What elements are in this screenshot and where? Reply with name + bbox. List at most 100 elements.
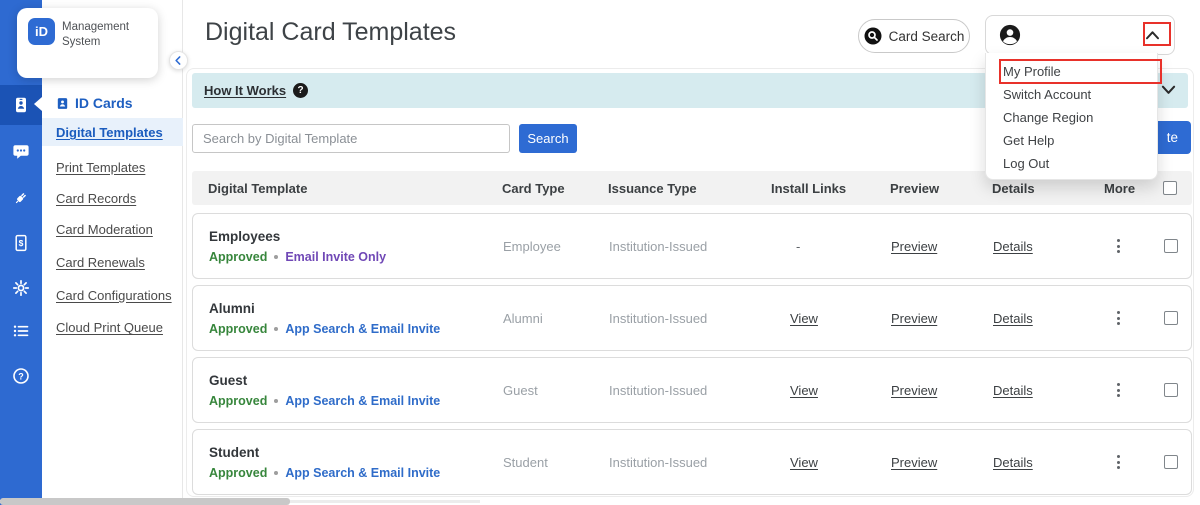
row-checkbox[interactable] bbox=[1164, 239, 1178, 253]
template-cell: Employees Approved Email Invite Only bbox=[209, 229, 503, 264]
more-kebab-icon[interactable] bbox=[1111, 383, 1125, 397]
issuance-type-cell: Institution-Issued bbox=[609, 238, 708, 254]
preview-link[interactable]: Preview bbox=[891, 455, 993, 470]
col-digital-template: Digital Template bbox=[208, 180, 308, 196]
details-link[interactable]: Details bbox=[993, 383, 1105, 398]
preview-link[interactable]: Preview bbox=[891, 311, 993, 326]
menu-item-change-region[interactable]: Change Region bbox=[986, 106, 1157, 129]
menu-item-my-profile[interactable]: My Profile bbox=[986, 60, 1157, 83]
row-checkbox[interactable] bbox=[1164, 311, 1178, 325]
sidebar-item-card-configurations[interactable]: Card Configurations bbox=[56, 288, 172, 303]
col-more: More bbox=[1104, 180, 1136, 196]
help-circle-icon[interactable]: ? bbox=[293, 83, 309, 98]
card-type-cell: Employee bbox=[503, 238, 561, 254]
sidebar-item-card-renewals[interactable]: Card Renewals bbox=[56, 255, 145, 270]
page-title: Digital Card Templates bbox=[205, 18, 457, 46]
sidebar-item-card-moderation[interactable]: Card Moderation bbox=[56, 222, 153, 237]
details-link[interactable]: Details bbox=[993, 311, 1105, 326]
view-install-link[interactable]: View bbox=[772, 455, 891, 470]
rail-list-icon[interactable] bbox=[0, 311, 42, 351]
id-badge-icon bbox=[16, 97, 26, 113]
card-type-cell: Alumni bbox=[503, 310, 543, 326]
template-cell: Guest Approved App Search & Email Invite bbox=[209, 373, 503, 408]
expand-chevron-down-icon[interactable] bbox=[1161, 83, 1176, 101]
profile-dropdown-menu: My Profile Switch Account Change Region … bbox=[985, 53, 1158, 180]
sidebar-section-label: ID Cards bbox=[75, 95, 133, 111]
rail-billing-icon[interactable]: $ bbox=[0, 223, 42, 263]
view-install-link[interactable]: View bbox=[772, 311, 891, 326]
row-checkbox[interactable] bbox=[1164, 383, 1178, 397]
distribution-label: Email Invite Only bbox=[285, 249, 387, 264]
card-search-label: Card Search bbox=[888, 28, 965, 44]
sidebar-item-digital-templates[interactable]: Digital Templates bbox=[56, 125, 163, 140]
rail-settings-icon[interactable] bbox=[0, 268, 42, 308]
template-cell: Student Approved App Search & Email Invi… bbox=[209, 445, 503, 480]
issuance-type-cell: Institution-Issued bbox=[609, 454, 708, 470]
search-button[interactable]: Search bbox=[519, 124, 577, 153]
dot-separator bbox=[274, 254, 279, 259]
id-cards-icon bbox=[57, 97, 68, 109]
distribution-label: App Search & Email Invite bbox=[285, 393, 441, 408]
details-link[interactable]: Details bbox=[993, 455, 1105, 470]
table-row: Guest Approved App Search & Email Invite… bbox=[192, 357, 1192, 423]
col-card-type: Card Type bbox=[502, 180, 565, 196]
gear-icon bbox=[12, 279, 30, 297]
select-all-checkbox[interactable] bbox=[1163, 181, 1177, 195]
svg-text:?: ? bbox=[18, 371, 24, 381]
col-install-links: Install Links bbox=[771, 180, 847, 196]
template-name: Student bbox=[209, 444, 260, 460]
plug-icon bbox=[15, 193, 26, 204]
dot-separator bbox=[274, 326, 279, 331]
dot-separator bbox=[274, 398, 279, 403]
question-circle-icon: ? bbox=[13, 368, 29, 384]
details-link[interactable]: Details bbox=[993, 239, 1105, 254]
rail-messages-icon[interactable] bbox=[0, 132, 42, 172]
sidebar-item-print-templates[interactable]: Print Templates bbox=[56, 160, 145, 175]
status-badge: Approved bbox=[209, 393, 268, 408]
menu-item-get-help[interactable]: Get Help bbox=[986, 129, 1157, 152]
rail-integrations-icon[interactable] bbox=[0, 178, 42, 218]
preview-link[interactable]: Preview bbox=[891, 383, 993, 398]
chat-bubble-icon bbox=[13, 145, 29, 159]
how-it-works-link[interactable]: How It Works bbox=[204, 83, 286, 98]
card-search-button[interactable]: Card Search bbox=[858, 19, 970, 53]
card-type-cell: Guest bbox=[503, 382, 538, 398]
dot-separator bbox=[274, 470, 279, 475]
issuance-type-cell: Institution-Issued bbox=[609, 310, 708, 326]
logo-text: Management System bbox=[62, 21, 130, 48]
distribution-label: App Search & Email Invite bbox=[285, 321, 441, 336]
template-name: Alumni bbox=[209, 300, 255, 316]
sidebar-item-card-records[interactable]: Card Records bbox=[56, 191, 136, 206]
status-badge: Approved bbox=[209, 249, 268, 264]
user-avatar-icon bbox=[999, 24, 1021, 46]
row-checkbox[interactable] bbox=[1164, 455, 1178, 469]
horizontal-scrollbar-thumb[interactable] bbox=[0, 498, 290, 505]
svg-text:$: $ bbox=[19, 238, 24, 248]
table-row: Alumni Approved App Search & Email Invit… bbox=[192, 285, 1192, 351]
more-kebab-icon[interactable] bbox=[1111, 311, 1125, 325]
table-row: Employees Approved Email Invite Only Emp… bbox=[192, 213, 1192, 279]
profile-menu-trigger[interactable] bbox=[985, 15, 1175, 55]
distribution-label: App Search & Email Invite bbox=[285, 465, 441, 480]
digital-template-search-input[interactable] bbox=[192, 124, 510, 153]
view-install-link[interactable]: View bbox=[772, 383, 891, 398]
sidebar-item-cloud-print-queue[interactable]: Cloud Print Queue bbox=[56, 320, 163, 335]
card-search-icon bbox=[864, 27, 882, 45]
invoice-document-icon: $ bbox=[15, 234, 27, 252]
template-name: Employees bbox=[209, 228, 281, 244]
sidebar-collapse-button[interactable] bbox=[169, 51, 188, 70]
col-preview: Preview bbox=[890, 180, 940, 196]
template-cell: Alumni Approved App Search & Email Invit… bbox=[209, 301, 503, 336]
col-details: Details bbox=[992, 180, 1035, 196]
template-name: Guest bbox=[209, 372, 248, 388]
rail-help-icon[interactable]: ? bbox=[0, 356, 42, 396]
chevron-up-icon[interactable] bbox=[1145, 30, 1160, 41]
more-kebab-icon[interactable] bbox=[1111, 239, 1125, 253]
menu-item-log-out[interactable]: Log Out bbox=[986, 152, 1157, 175]
preview-link[interactable]: Preview bbox=[891, 239, 993, 254]
list-icon bbox=[13, 325, 29, 337]
menu-item-switch-account[interactable]: Switch Account bbox=[986, 83, 1157, 106]
more-kebab-icon[interactable] bbox=[1111, 455, 1125, 469]
active-rail-notch bbox=[34, 97, 42, 111]
app-logo-card: iD Management System bbox=[17, 8, 158, 78]
